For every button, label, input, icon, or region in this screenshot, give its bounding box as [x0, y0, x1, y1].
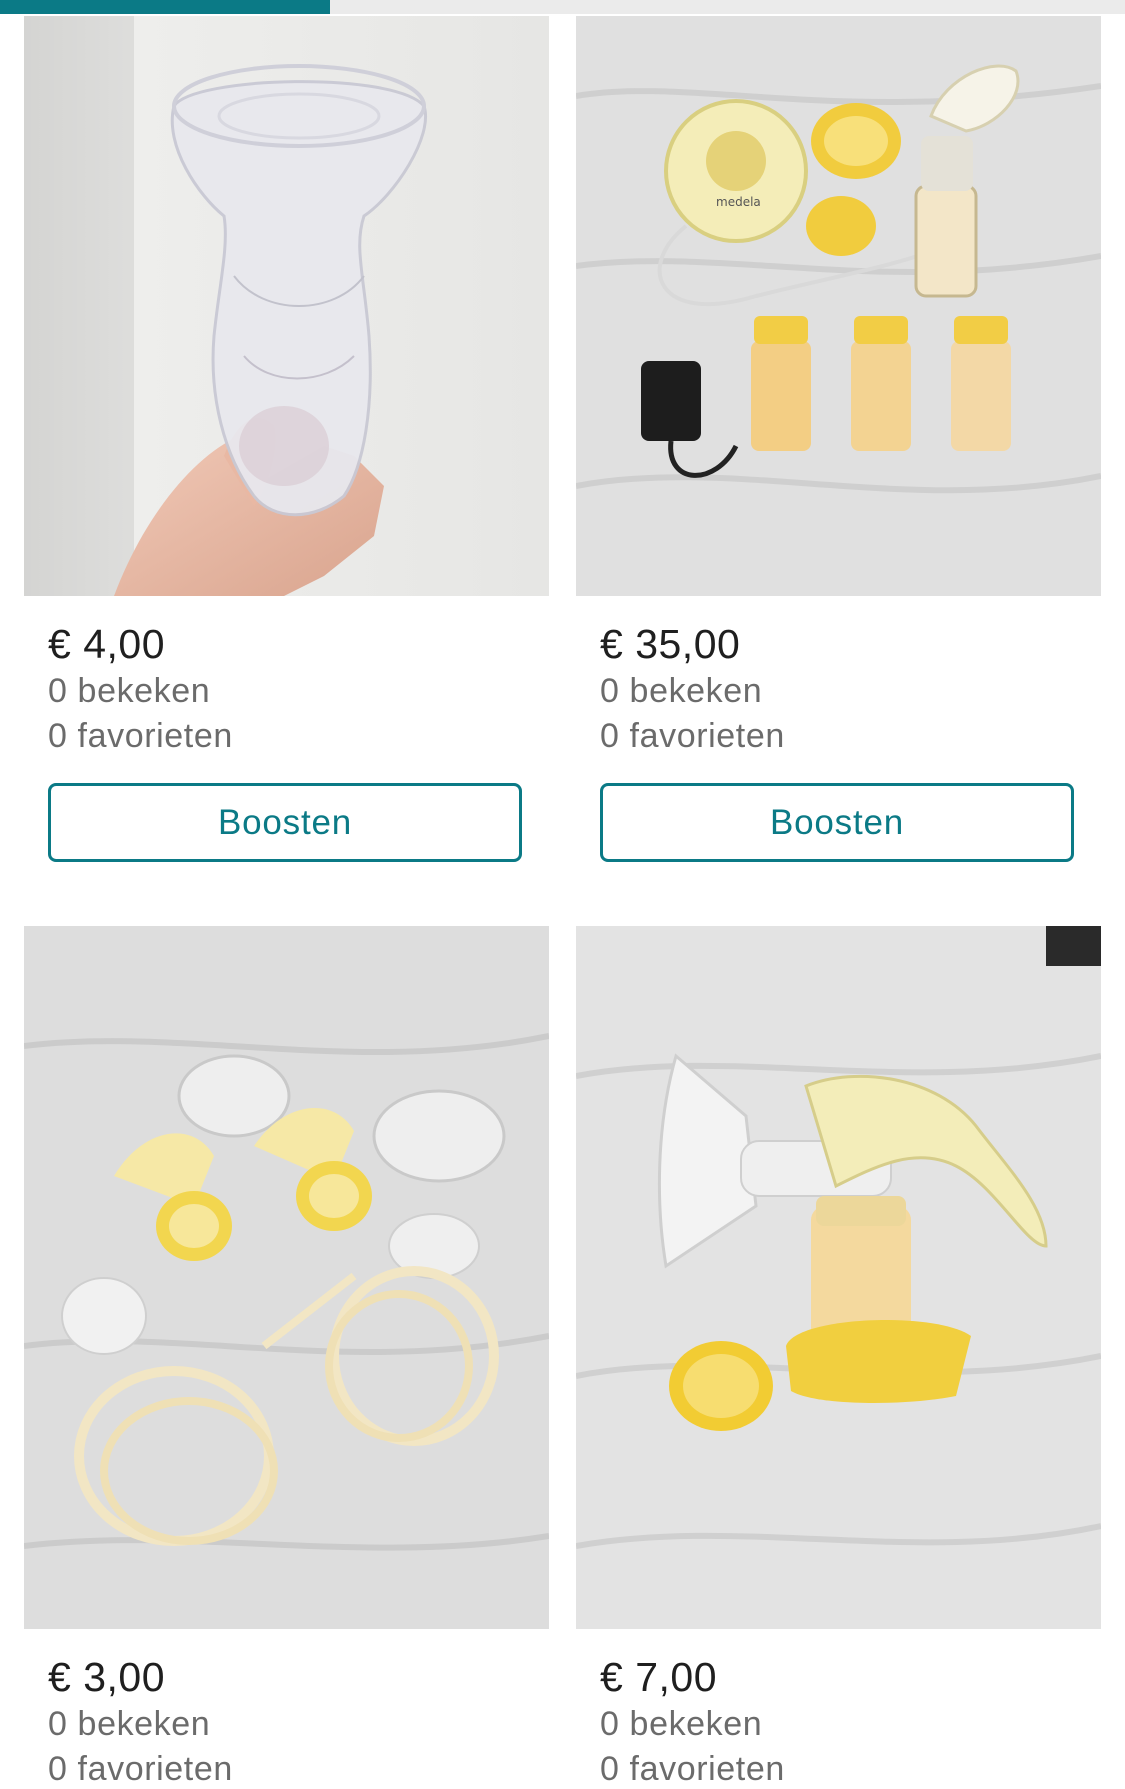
listing-favorites: 0 favorieten [600, 717, 785, 755]
listing-photo[interactable] [24, 926, 549, 1629]
listing-price: € 35,00 [600, 621, 741, 667]
listing-card[interactable]: medela € 35,00 0 bekeken 0 favorieten Bo… [576, 16, 1101, 876]
manual-breast-pump-photo [576, 926, 1101, 1629]
listing-views: 0 bekeken [600, 1705, 763, 1743]
listing-photo[interactable]: medela [576, 16, 1101, 596]
listing-photo[interactable] [24, 16, 549, 596]
listing-card[interactable]: € 3,00 0 bekeken 0 favorieten [24, 926, 549, 1788]
listing-views: 0 bekeken [48, 1705, 211, 1743]
silicone-breast-pump-photo [24, 16, 549, 596]
boost-button[interactable]: Boosten [48, 783, 522, 862]
boost-button[interactable]: Boosten [600, 783, 1074, 862]
listing-price: € 3,00 [48, 1654, 165, 1700]
listing-views: 0 bekeken [48, 672, 211, 710]
page-progress-bar [0, 0, 1125, 14]
listing-price: € 4,00 [48, 621, 165, 667]
listing-favorites: 0 favorieten [48, 1750, 233, 1788]
listing-photo[interactable] [576, 926, 1101, 1629]
breast-pump-parts-photo [24, 926, 549, 1629]
listing-favorites: 0 favorieten [600, 1750, 785, 1788]
page-progress-fill [0, 0, 330, 14]
listing-favorites: 0 favorieten [48, 717, 233, 755]
listing-price: € 7,00 [600, 1654, 717, 1700]
svg-text:medela: medela [716, 195, 761, 209]
listing-card[interactable]: € 4,00 0 bekeken 0 favorieten Boosten [24, 16, 549, 876]
electric-breast-pump-set-photo: medela [576, 16, 1101, 596]
listing-card[interactable]: € 7,00 0 bekeken 0 favorieten [576, 926, 1101, 1788]
listing-views: 0 bekeken [600, 672, 763, 710]
